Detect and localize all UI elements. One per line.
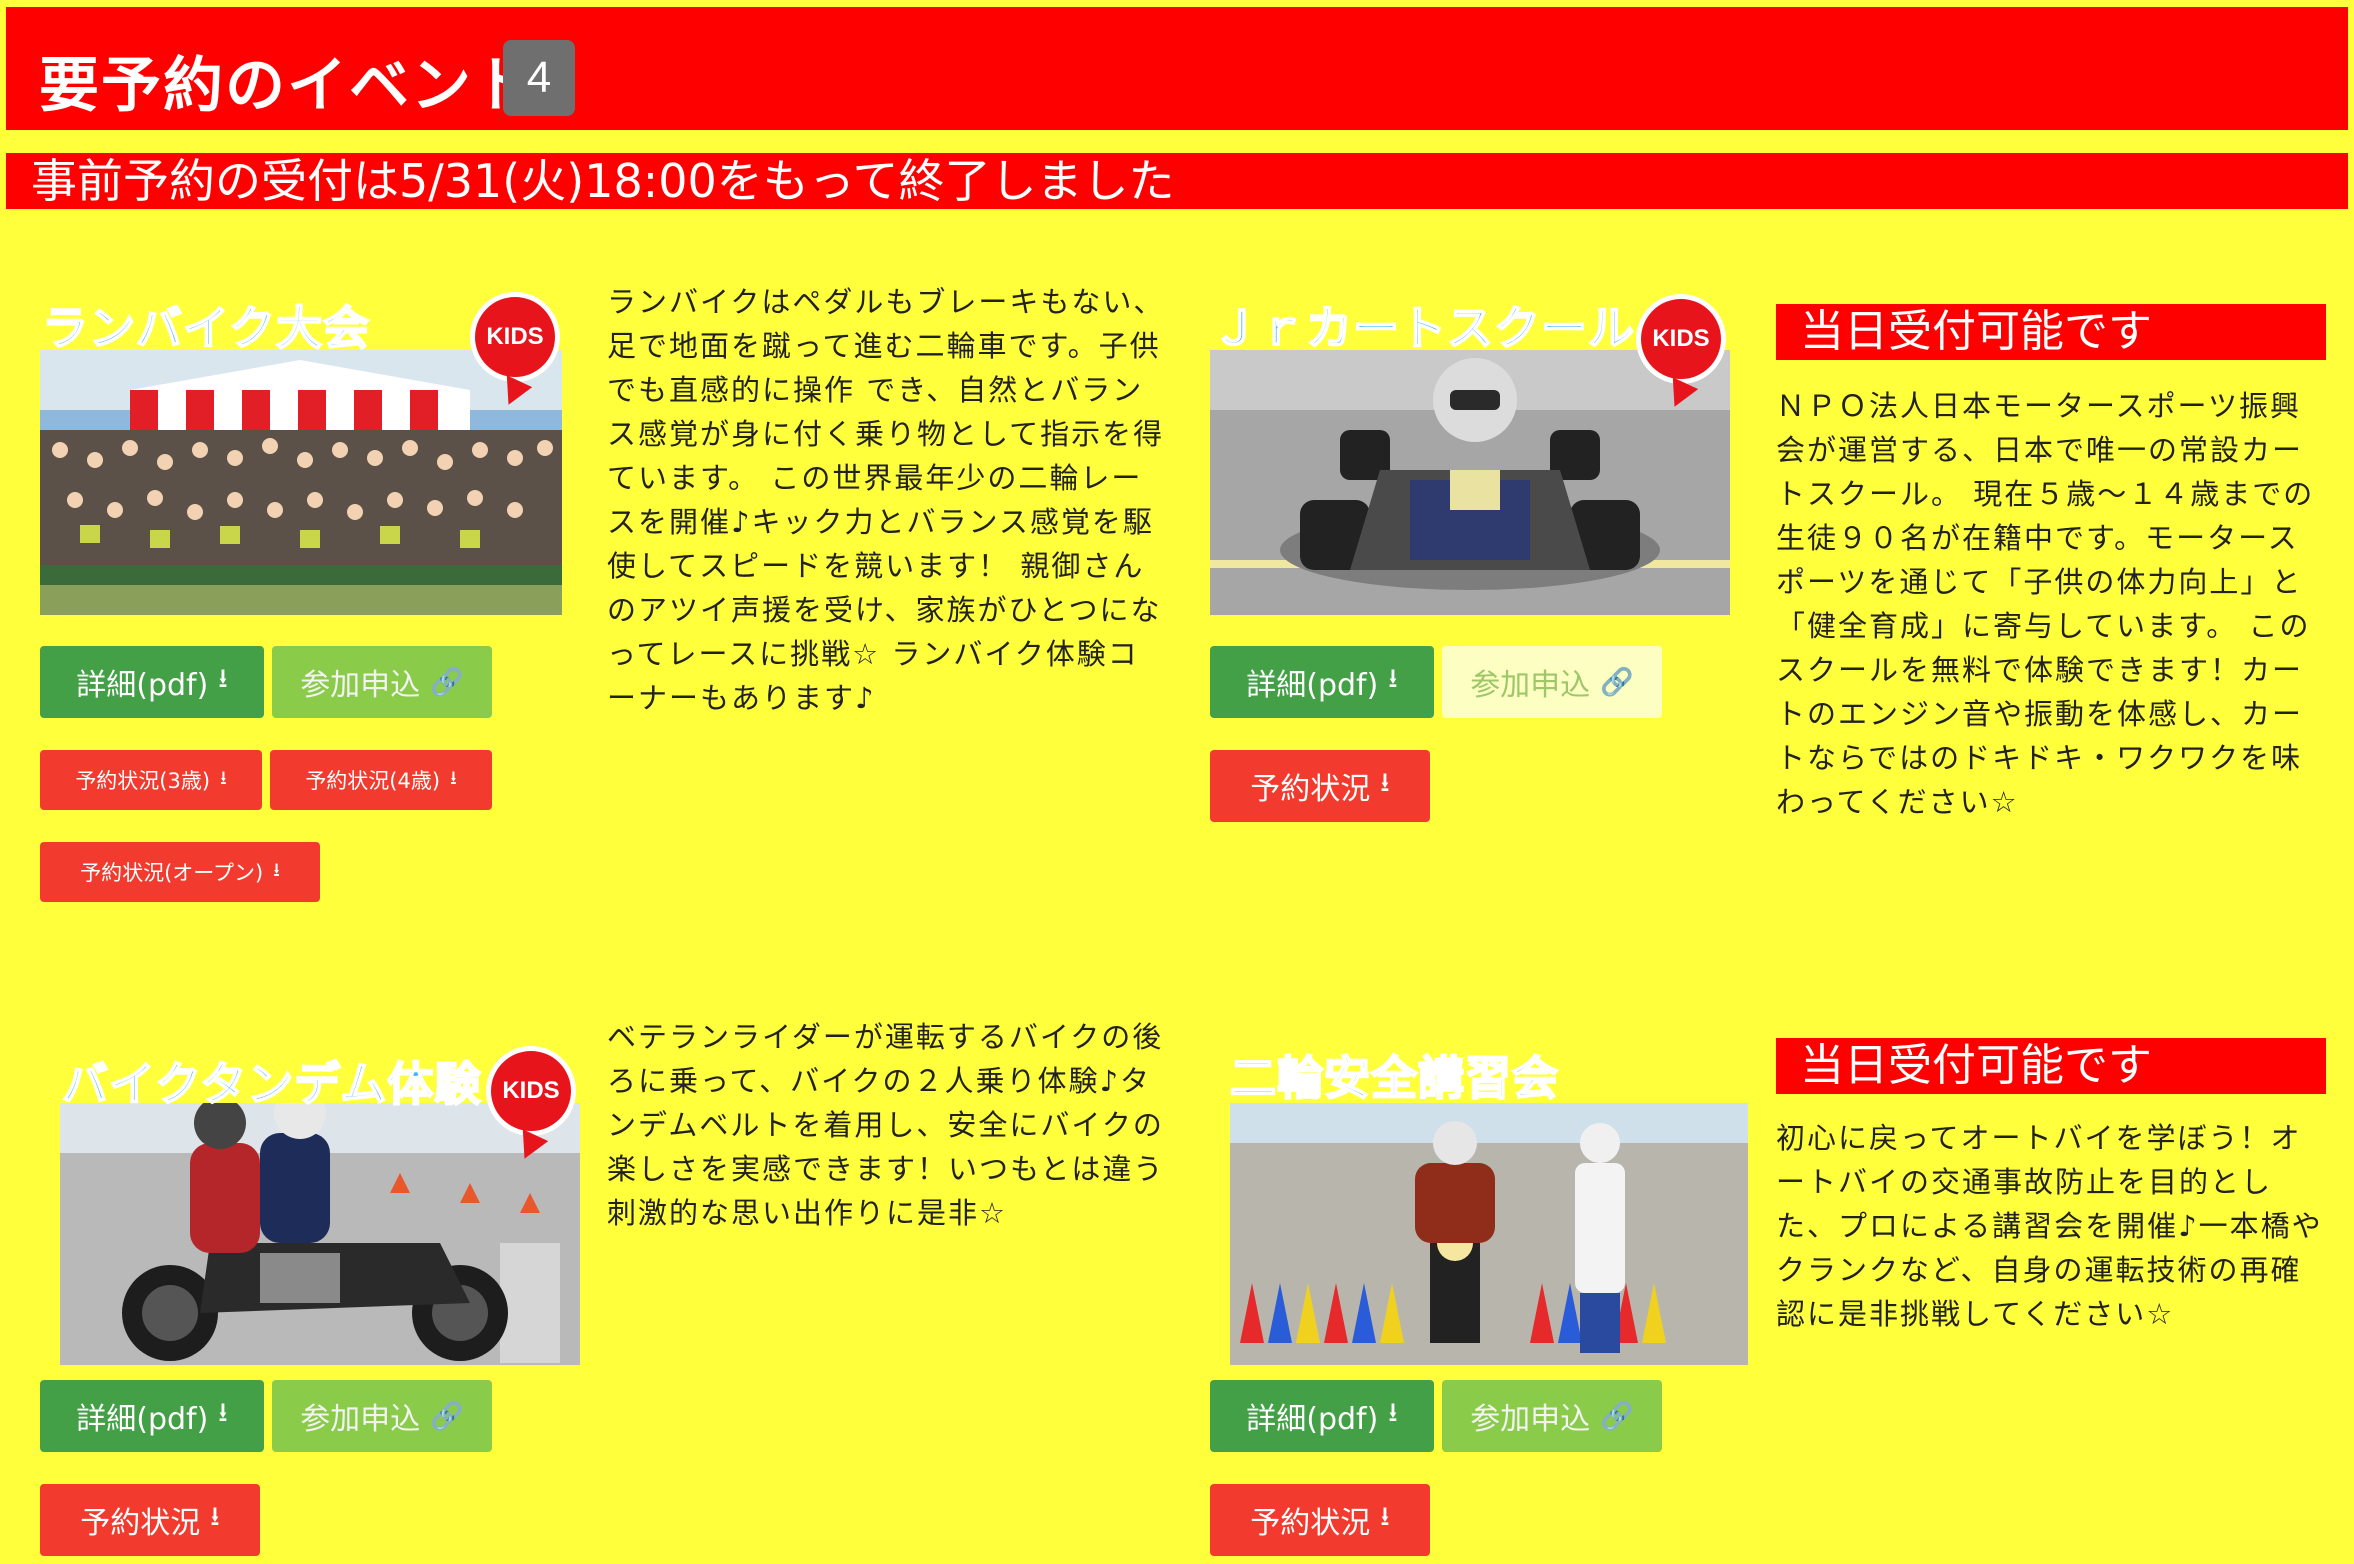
event-title-image: ランバイク大会 [41,300,371,356]
apply-button[interactable]: 参加申込 🔗 [272,646,492,718]
event-description: 初心に戻ってオートバイを学ぼう！オートバイの交通事故防止を目的とした、プロによる… [1776,1121,2323,1331]
event-image-safety: 二輪安全講習会 [1230,1040,1748,1365]
detail-label: 詳細(pdf) [76,1402,209,1437]
detail-pdf-button[interactable]: 詳細(pdf) ⭳ [1210,646,1434,718]
apply-label: 参加申込 [300,1402,421,1437]
kids-badge: KIDS [470,292,560,382]
detail-label: 詳細(pdf) [1246,668,1379,703]
download-icon: ⭳ [1380,767,1390,798]
status-4yo-button[interactable]: 予約状況(4歳) ⭳ [270,750,492,810]
status-button[interactable]: 予約状況 ⭳ [40,1484,260,1556]
status-label: 予約状況 [1250,1506,1371,1541]
apply-button[interactable]: 参加申込 🔗 [1442,1380,1662,1452]
events-header: 要予約のイベント 4 [6,7,2348,130]
status-3yo-button[interactable]: 予約状況(3歳) ⭳ [40,750,262,810]
event-image-runbike: ランバイク大会 KIDS [40,290,562,615]
same-day-banner: 当日受付可能です [1776,1038,2326,1094]
download-icon: ⭳ [220,767,227,789]
kids-badge: KIDS [486,1046,576,1136]
apply-button[interactable]: 参加申込 🔗 [272,1380,492,1452]
apply-button-disabled[interactable]: 参加申込 🔗 [1442,646,1662,718]
event-description: ランバイクはペダルもブレーキもない、足で地面を蹴って進む二輪車です。子供でも直感… [607,285,1165,715]
event-image-kart: Ｊｒカートスクール KIDS [1210,290,1730,615]
kart-photo [1210,350,1730,615]
event-image-tandem: バイクタンデム体験 KIDS [60,1030,580,1365]
link-icon: 🔗 [430,667,464,698]
apply-label: 参加申込 [1470,668,1591,703]
event-description: ＮＰＯ法人日本モータースポーツ振興会が運営する、日本で唯一の常設カートスクール。… [1776,389,2315,819]
status-button[interactable]: 予約状況 ⭳ [1210,1484,1430,1556]
download-icon: ⭳ [210,1501,220,1532]
download-icon: ⭳ [1388,663,1398,694]
download-icon: ⭳ [1388,1397,1398,1428]
safety-photo [1230,1103,1748,1365]
event-title-image: バイクタンデム体験 [61,1056,482,1112]
event-title-image: 二輪安全講習会 [1230,1050,1559,1106]
detail-label: 詳細(pdf) [1246,1402,1379,1437]
event-description: ベテランライダーが運転するバイクの後ろに乗って、バイクの２人乗り体験♪タンデムベ… [607,1020,1165,1230]
event-title-image: Ｊｒカートスクール [1211,300,1635,356]
download-icon: ⭳ [218,1397,228,1428]
status-open-button[interactable]: 予約状況(オープン) ⭳ [40,842,320,902]
detail-label: 詳細(pdf) [76,668,209,703]
reservation-closed-notice: 事前予約の受付は5/31(火)18:00をもって終了しました [6,153,2348,209]
status-label: 予約状況(3歳) [75,769,211,793]
download-icon: ⭳ [273,859,280,881]
event-count-badge: 4 [503,40,575,116]
download-icon: ⭳ [450,767,457,789]
detail-pdf-button[interactable]: 詳細(pdf) ⭳ [40,1380,264,1452]
status-label: 予約状況(4歳) [305,769,441,793]
download-icon: ⭳ [1380,1501,1390,1532]
same-day-banner: 当日受付可能です [1776,304,2326,360]
kids-badge: KIDS [1636,294,1726,384]
status-label: 予約状況 [1250,772,1371,807]
status-button[interactable]: 予約状況 ⭳ [1210,750,1430,822]
status-label: 予約状況 [80,1506,201,1541]
tandem-photo [60,1103,580,1365]
download-icon: ⭳ [218,663,228,694]
apply-label: 参加申込 [1470,1402,1591,1437]
page-title: 要予約のイベント [39,51,535,121]
link-icon: 🔗 [1600,667,1634,698]
status-label: 予約状況(オープン) [80,861,264,885]
detail-pdf-button[interactable]: 詳細(pdf) ⭳ [1210,1380,1434,1452]
apply-label: 参加申込 [300,668,421,703]
runbike-photo [40,350,562,615]
detail-pdf-button[interactable]: 詳細(pdf) ⭳ [40,646,264,718]
link-icon: 🔗 [430,1401,464,1432]
link-icon: 🔗 [1600,1401,1634,1432]
notice-text: 事前予約の受付は5/31(火)18:00をもって終了しました [31,154,1175,208]
